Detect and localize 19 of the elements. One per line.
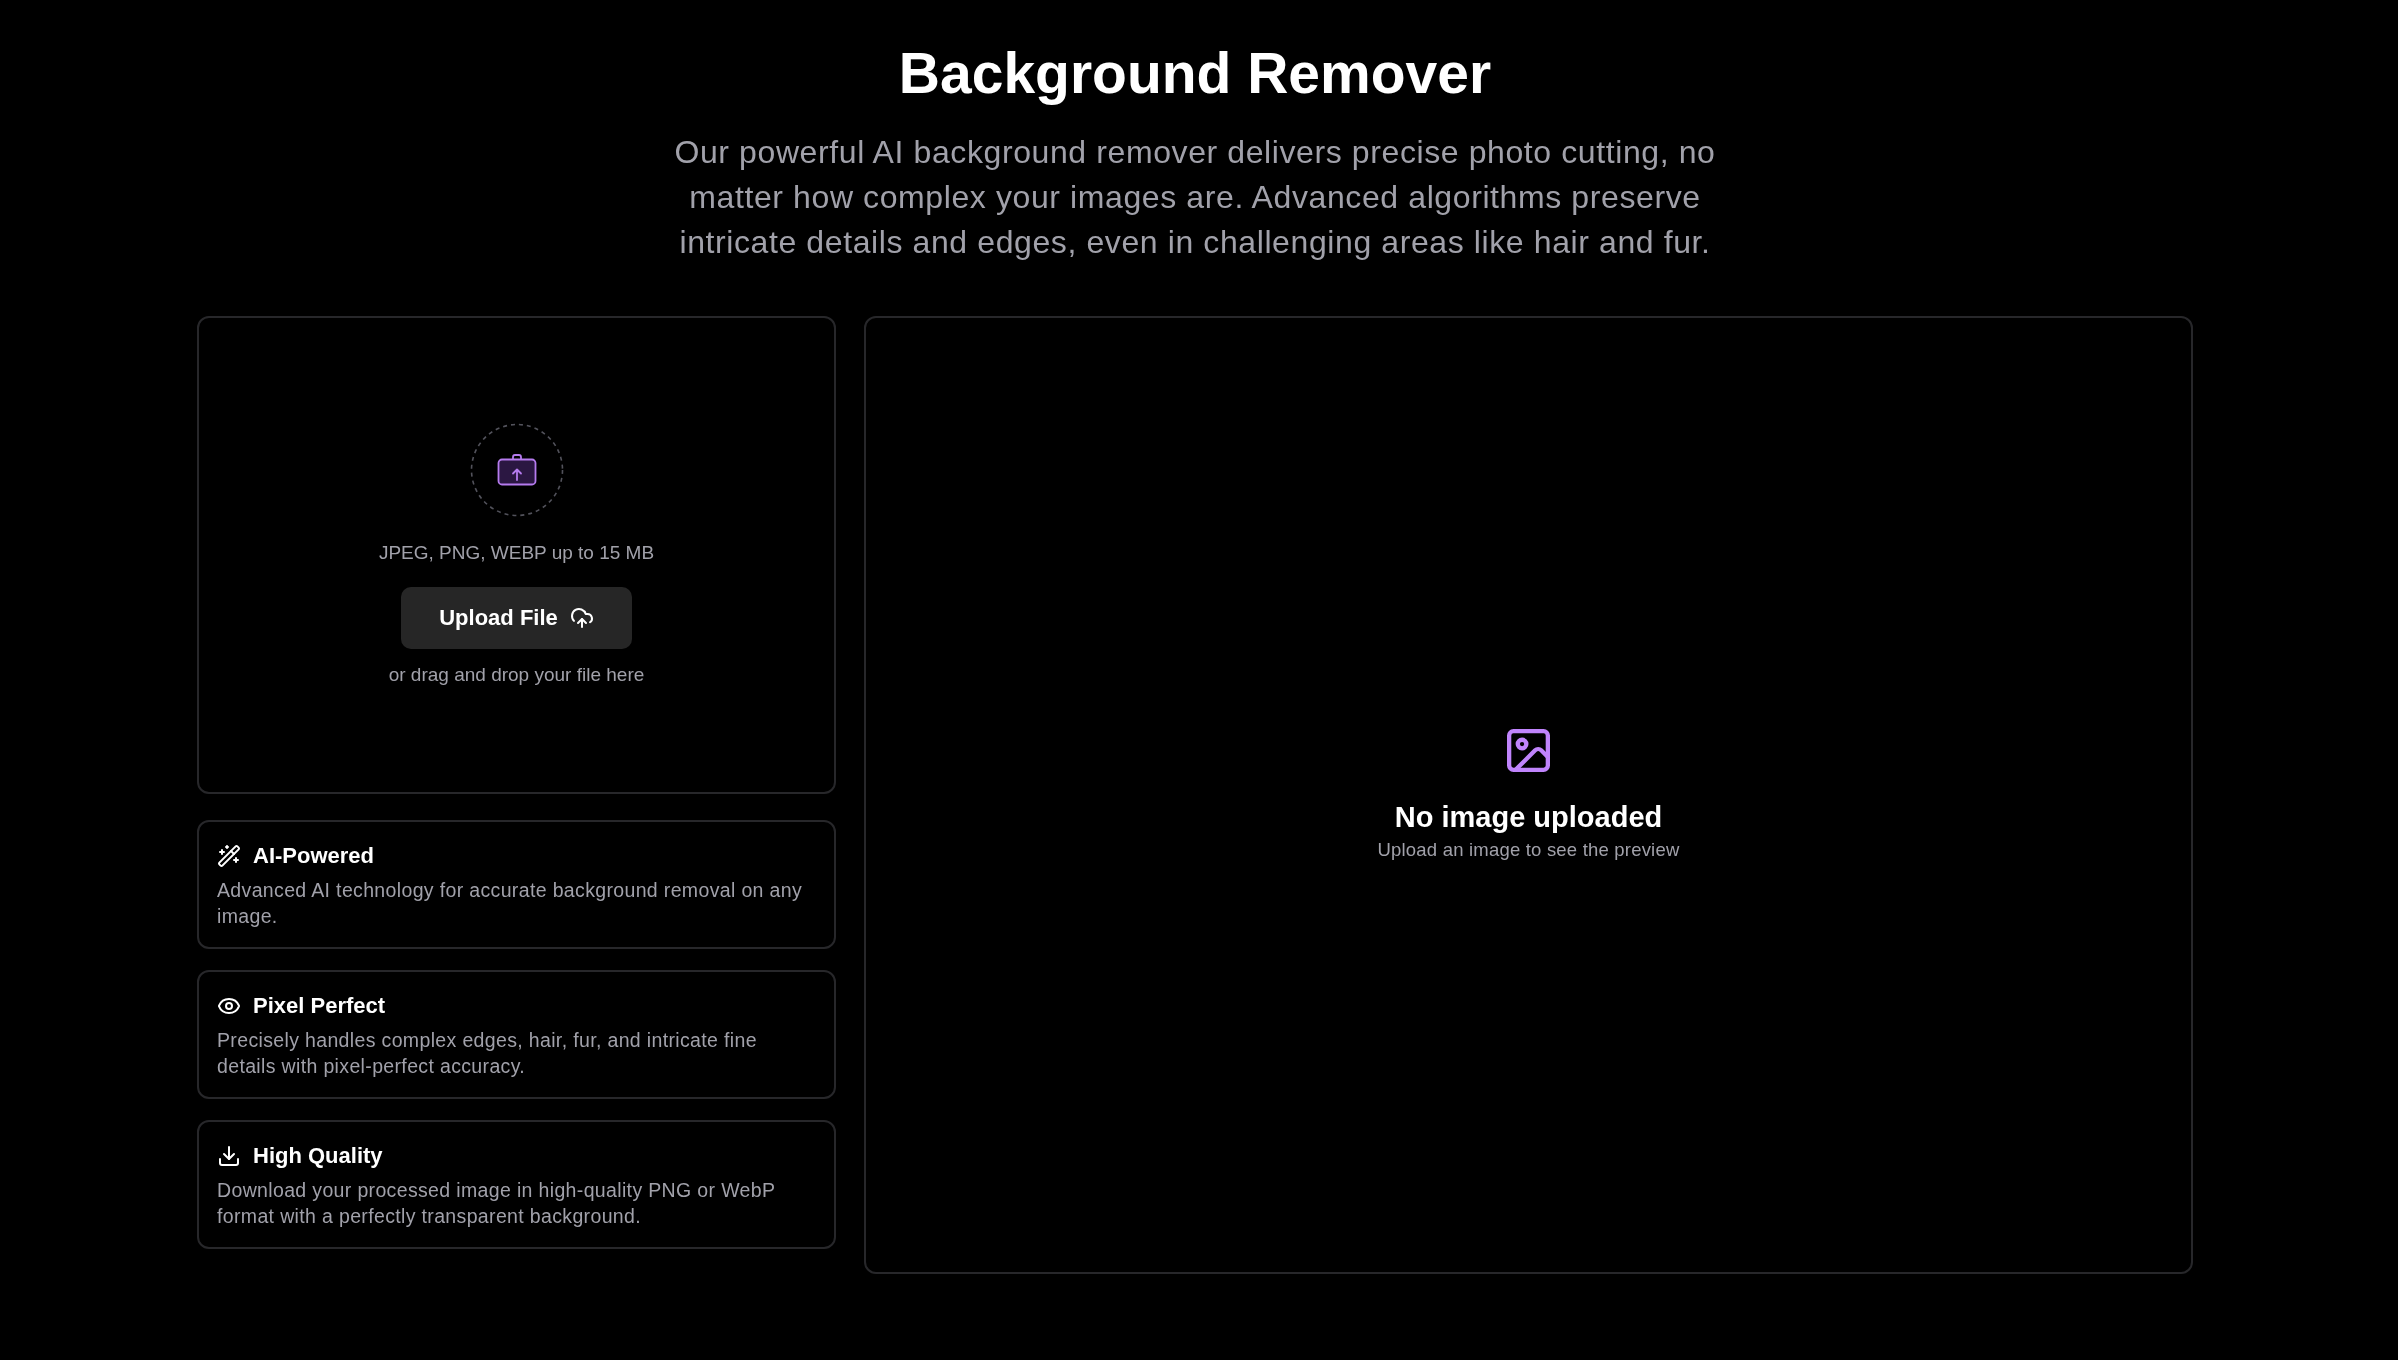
feature-title: Pixel Perfect bbox=[253, 992, 386, 1020]
empty-preview-title: No image uploaded bbox=[1394, 799, 1663, 834]
cloud-upload-icon bbox=[569, 606, 594, 630]
empty-preview-hint: Upload an image to see the preview bbox=[1377, 837, 1680, 862]
magic-wand-icon bbox=[217, 844, 241, 868]
feature-description: Precisely handles complex edges, hair, fur, and intricate fine details with pixel-perfect accuracy. bbox=[217, 1028, 758, 1079]
download-icon bbox=[217, 1144, 241, 1168]
feature-description: Download your processed image in high-quality PNG or WebP format with a perfectly transparent background. bbox=[217, 1178, 776, 1229]
upload-icon bbox=[469, 423, 564, 517]
upload-file-button[interactable]: Upload File bbox=[401, 587, 632, 649]
feature-description: Advanced AI technology for accurate background removal on any image. bbox=[217, 878, 804, 929]
file-format-note: JPEG, PNG, WEBP up to 15 MB bbox=[378, 541, 655, 565]
page-subtitle: Our powerful AI background remover delivers precise photo cutting, no matter how complex your images are. Advanced algorithms preserve intricate details and edges, even in challenging areas like hair and fur. bbox=[673, 133, 1717, 262]
page-title: Background Remover bbox=[898, 40, 1492, 107]
drag-drop-hint: or drag and drop your file here bbox=[388, 663, 645, 687]
image-icon bbox=[1507, 728, 1550, 772]
feature-title: High Quality bbox=[253, 1142, 383, 1170]
upload-drop-zone[interactable]: JPEG, PNG, WEBP up to 15 MB Upload File or drag and drop your file here bbox=[197, 316, 836, 794]
feature-title: AI-Powered bbox=[253, 842, 375, 870]
